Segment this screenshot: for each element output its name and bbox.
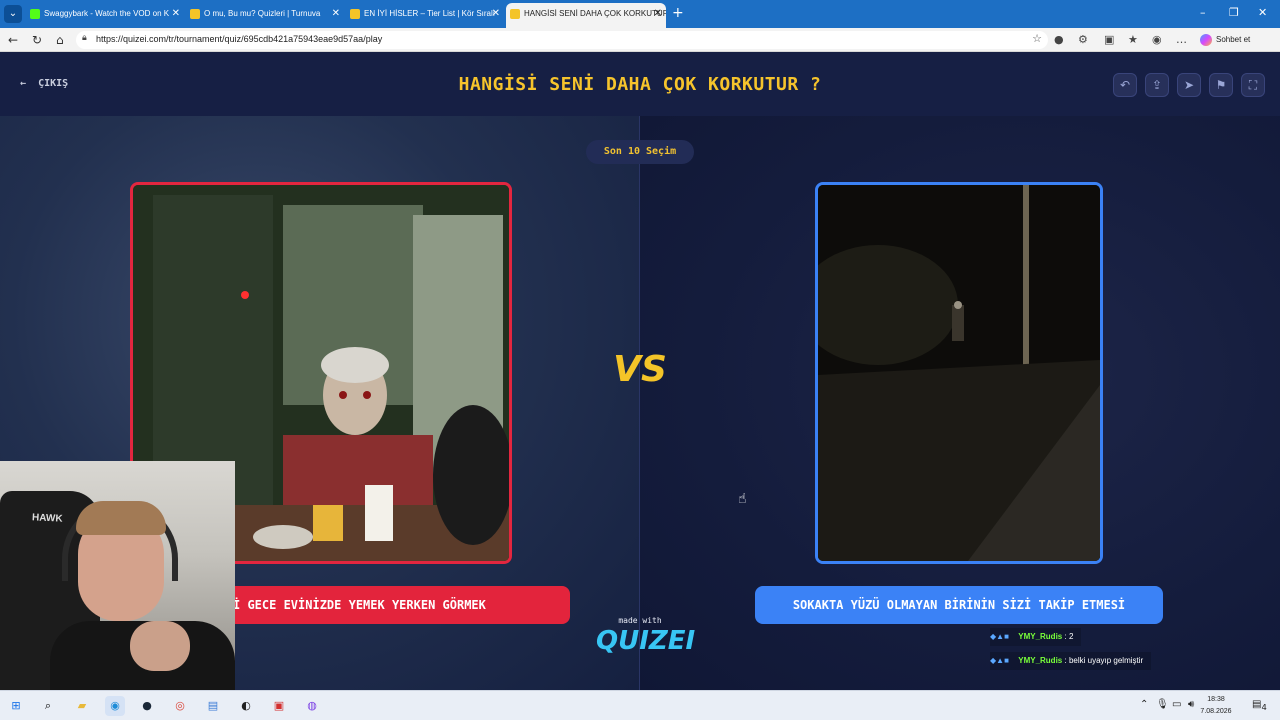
quizei-favicon-icon: [510, 9, 520, 19]
tab-title: Swaggybark - Watch the VOD on K: [44, 9, 170, 18]
chat-badge-icon: ◆▲■: [990, 656, 1009, 665]
streamer-hand: [130, 621, 190, 671]
chat-message: ◆▲■ YMY_Rudis : 2: [990, 628, 1082, 646]
red-app-icon[interactable]: ▣: [269, 696, 289, 716]
copilot-label: Sohbet et: [1216, 35, 1251, 44]
clock-time: 18:38: [1207, 696, 1225, 703]
clock-date: 7.08.2026: [1200, 708, 1232, 715]
more-menu-icon[interactable]: …: [1176, 33, 1187, 46]
extensions-puzzle-icon[interactable]: ⚙: [1078, 33, 1088, 46]
favorites-icon[interactable]: ★: [1128, 33, 1138, 46]
chrome-icon[interactable]: ◎: [170, 696, 190, 716]
microphone-icon[interactable]: 🎙︎: [1156, 699, 1169, 710]
chat-username: YMY_Rudis: [1018, 656, 1063, 665]
vs-label: VS: [613, 349, 667, 390]
chat-username: YMY_Rudis: [1018, 632, 1063, 641]
extension-icon[interactable]: ●: [1054, 33, 1064, 46]
right-option-button[interactable]: SOKAKTA YÜZÜ OLMAYAN BİRİNİN SİZİ TAKİP …: [755, 586, 1163, 624]
close-tab-icon[interactable]: ✕: [332, 3, 340, 25]
undo-button[interactable]: ↶: [1113, 73, 1137, 97]
notes-app-icon[interactable]: ▤: [203, 696, 223, 716]
split-screen-icon[interactable]: ▣: [1104, 33, 1114, 46]
tray-overflow-icon[interactable]: ⌃: [1140, 699, 1148, 710]
home-icon[interactable]: ⌂: [56, 32, 64, 48]
versus-badge: VS: [606, 342, 674, 398]
url-text: https://quizei.com/tr/tournament/quiz/69…: [96, 34, 383, 44]
edge-browser-icon[interactable]: ◉: [105, 696, 125, 716]
close-tab-icon[interactable]: ✕: [172, 3, 180, 25]
recent-choices-badge[interactable]: Son 10 Seçim: [586, 140, 694, 164]
browser-tab[interactable]: Swaggybark - Watch the VOD on K ✕: [26, 3, 184, 25]
dark-street-image: [818, 185, 1100, 561]
volume-icon[interactable]: 🔊︎: [1188, 699, 1194, 710]
notification-center-icon[interactable]: ▤4: [1252, 699, 1267, 712]
flag-icon: ⚑: [1215, 78, 1227, 92]
center-divider: [639, 116, 640, 690]
quizei-logo[interactable]: QUIZEI: [596, 626, 695, 656]
right-option-image[interactable]: [815, 182, 1103, 564]
system-clock[interactable]: 18:38 7.08.2026: [1196, 694, 1236, 718]
mouse-cursor-icon: ☝: [738, 491, 747, 507]
browser-tab[interactable]: O mu, Bu mu? Quizleri | Turnuva ✕: [186, 3, 344, 25]
notification-count: 4: [1261, 702, 1267, 712]
fullscreen-button[interactable]: ⛶: [1241, 73, 1265, 97]
copilot-icon: [1200, 33, 1212, 46]
chat-message: ◆▲■ YMY_Rudis : belki uyayıp gelmiştir: [990, 652, 1152, 670]
discord-icon[interactable]: ◍: [302, 696, 322, 716]
file-explorer-icon[interactable]: ▰: [72, 696, 92, 716]
chair-brand-label: HAWK: [31, 512, 63, 525]
browser-tab-active[interactable]: HANGİSİ SENİ DAHA ÇOK KORKUTUR ✕: [506, 3, 666, 28]
streamer-hair: [76, 501, 166, 535]
chat-badge-icon: ◆▲■: [990, 632, 1009, 641]
chat-text: belki uyayıp gelmiştir: [1068, 656, 1144, 665]
start-windows-icon[interactable]: ⊞: [6, 696, 26, 716]
new-tab-button[interactable]: +: [672, 5, 684, 21]
fullscreen-icon: ⛶: [1248, 78, 1258, 92]
made-with-label: made with: [618, 616, 662, 625]
page-title: HANGİSİ SENİ DAHA ÇOK KORKUTUR ?: [458, 74, 822, 95]
address-bar[interactable]: 🔒︎ https://quizei.com/tr/tournament/quiz…: [76, 31, 1048, 49]
report-button[interactable]: ⚑: [1209, 73, 1233, 97]
refresh-icon[interactable]: ↻: [32, 32, 42, 48]
close-tab-icon[interactable]: ✕: [492, 3, 500, 25]
tab-title: HANGİSİ SENİ DAHA ÇOK KORKUTUR: [524, 9, 666, 18]
share-button[interactable]: ⇪: [1145, 73, 1169, 97]
favorite-star-icon[interactable]: ☆: [1032, 32, 1042, 45]
site-info-icon[interactable]: 🔒︎: [82, 33, 87, 43]
copilot-chat-button[interactable]: Sohbet et: [1200, 32, 1250, 48]
maximize-button[interactable]: ❐: [1229, 6, 1239, 19]
close-tab-icon[interactable]: ✕: [654, 3, 662, 25]
page-header: ← ÇIKIŞ HANGİSİ SENİ DAHA ÇOK KORKUTUR ?…: [0, 52, 1280, 116]
back-arrow-icon[interactable]: ←: [8, 32, 18, 48]
send-icon: ➤: [1183, 78, 1195, 92]
quizei-favicon-icon: [350, 9, 360, 19]
obs-icon[interactable]: ◐: [236, 696, 256, 716]
windows-taskbar: ⊞ ⌕ ▰ ◉ ● ◎ ▤ ◐ ▣ ◍ ⌃ 🎙︎ ▭ 🔊︎ 18:38 7.08…: [0, 690, 1280, 720]
browser-toolbar: ← ↻ ⌂ 🔒︎ https://quizei.com/tr/tournamen…: [0, 28, 1280, 52]
share-icon: ⇪: [1151, 78, 1163, 92]
streamer-webcam: HAWK: [0, 461, 235, 690]
browser-tab-bar: ⌄ Swaggybark - Watch the VOD on K ✕ O mu…: [0, 0, 1280, 28]
tab-actions-menu-button[interactable]: ⌄: [4, 5, 22, 23]
undo-icon: ↶: [1119, 78, 1131, 92]
quizei-favicon-icon: [190, 9, 200, 19]
kick-favicon-icon: [30, 9, 40, 19]
tab-title: O mu, Bu mu? Quizleri | Turnuva: [204, 9, 321, 18]
search-icon[interactable]: ⌕: [38, 696, 58, 716]
browser-tab[interactable]: EN İYİ HİSLER – Tier List | Kör Sıralı ✕: [346, 3, 504, 25]
profile-avatar-icon[interactable]: ◉: [1152, 33, 1162, 46]
close-window-button[interactable]: ✕: [1258, 6, 1267, 19]
network-icon[interactable]: ▭: [1172, 699, 1181, 710]
steam-icon[interactable]: ●: [137, 696, 157, 716]
tab-title: EN İYİ HİSLER – Tier List | Kör Sıralı: [364, 9, 496, 18]
send-button[interactable]: ➤: [1177, 73, 1201, 97]
chat-text: 2: [1068, 632, 1074, 641]
minimize-button[interactable]: –: [1200, 6, 1206, 19]
